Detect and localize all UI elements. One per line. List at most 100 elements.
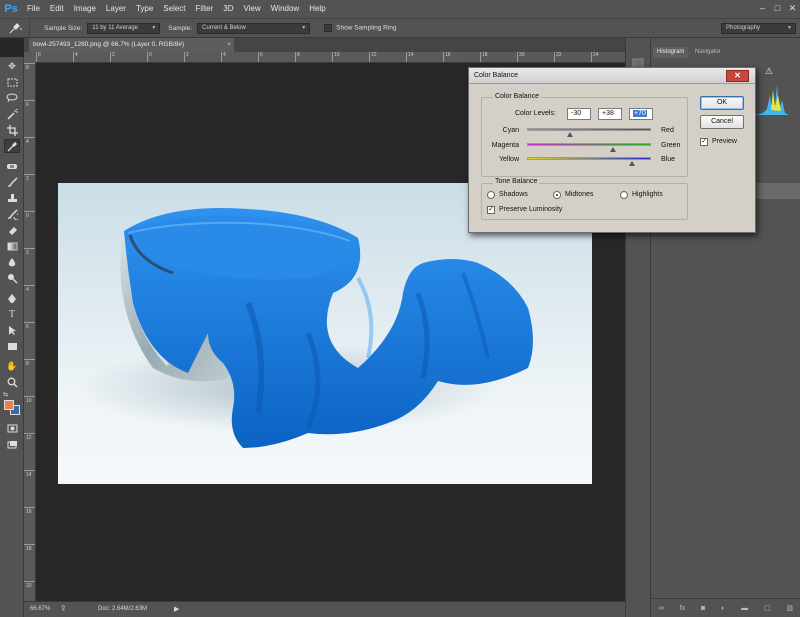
preview-checkbox[interactable]: ✓ (700, 138, 708, 146)
fx-icon[interactable]: fx (680, 605, 685, 612)
zoom-tool[interactable] (4, 375, 20, 389)
magenta-green-slider-handle[interactable] (609, 147, 616, 152)
link-icon[interactable]: ∞ (659, 605, 664, 612)
magenta-green-slider-track[interactable] (527, 143, 651, 146)
menu-3d[interactable]: 3D (218, 0, 238, 18)
color-level-cyan-red-input[interactable]: -30 (567, 108, 591, 120)
lasso-tool[interactable] (4, 91, 20, 105)
slider-left-label-cyan: Cyan (502, 127, 519, 134)
swap-colors-icon[interactable]: ⇆ (3, 391, 8, 398)
workspace-select[interactable]: Photography ▼ (721, 23, 796, 34)
history-brush-icon (7, 208, 18, 220)
quick-mask-button[interactable] (4, 421, 20, 435)
ruler-tick (24, 322, 35, 323)
menu-image[interactable]: Image (69, 0, 101, 18)
menu-view[interactable]: View (239, 0, 266, 18)
status-menu-arrow-icon[interactable]: ▶ (174, 605, 179, 613)
document-tab-bar: bowl-257493_1280.png @ 66.7% (Layer 0, R… (24, 38, 625, 52)
document-tab-title: bowl-257493_1280.png @ 66.7% (Layer 0, R… (33, 41, 185, 48)
menu-file[interactable]: File (22, 0, 45, 18)
cancel-button[interactable]: Cancel (700, 115, 744, 129)
zoom-level[interactable]: 66.67% (30, 606, 50, 612)
preserve-luminosity-checkbox[interactable]: ✓ (487, 206, 495, 214)
menu-type[interactable]: Type (131, 0, 158, 18)
menu-window[interactable]: Window (266, 0, 304, 18)
sample-size-select[interactable]: 11 by 11 Average ▼ (87, 22, 161, 34)
ruler-tick-label: 6 (38, 52, 41, 58)
hand-tool[interactable]: ✋ (4, 359, 20, 373)
menu-layer[interactable]: Layer (101, 0, 131, 18)
dialog-title[interactable]: Color Balance (469, 68, 755, 84)
ruler-tick-label: 4 (223, 52, 226, 58)
midtones-radio[interactable] (553, 191, 561, 199)
marquee-tool[interactable] (4, 75, 20, 89)
highlights-radio[interactable] (620, 191, 628, 199)
tab-histogram[interactable]: Histogram (653, 47, 689, 58)
chevron-down-icon: ▼ (151, 24, 157, 31)
dodge-tool[interactable] (4, 271, 20, 285)
color-levels-label: Color Levels: (515, 110, 556, 117)
yellow-blue-slider-track[interactable] (527, 157, 651, 160)
eraser-tool[interactable] (4, 223, 20, 237)
tab-navigator[interactable]: Navigator (691, 47, 725, 58)
shape-tool[interactable] (4, 339, 20, 353)
type-tool[interactable]: T (4, 307, 20, 321)
ruler-tick-label: 22 (556, 52, 562, 58)
menu-edit[interactable]: Edit (45, 0, 69, 18)
move-tool[interactable]: ✥ (4, 59, 20, 73)
ruler-tick (443, 52, 444, 62)
ruler-tick-label: 16 (26, 509, 32, 515)
menu-filter[interactable]: Filter (191, 0, 219, 18)
ruler-tick (24, 507, 35, 508)
menu-select[interactable]: Select (158, 0, 190, 18)
maximize-button[interactable]: □ (770, 0, 785, 18)
adjustment-icon[interactable]: ◐ (721, 605, 725, 612)
foreground-color-swatch[interactable] (4, 400, 14, 410)
pen-tool[interactable] (4, 291, 20, 305)
close-tab-icon[interactable]: × (227, 38, 231, 52)
new-layer-icon[interactable]: ▢ (764, 604, 771, 612)
crop-tool[interactable] (4, 123, 20, 137)
trash-icon[interactable]: ▥ (786, 604, 793, 612)
magic-wand-icon (7, 108, 18, 120)
brush-tool[interactable] (4, 175, 20, 189)
quick-selection-tool[interactable] (4, 107, 20, 121)
vertical-ruler[interactable]: 8 6 4 2 0 2 4 6 8 10 12 14 16 18 20 (24, 63, 36, 601)
yellow-blue-slider-handle[interactable] (629, 161, 636, 166)
folder-icon[interactable]: ▬ (741, 605, 748, 612)
color-level-yellow-blue-input[interactable]: +70 (629, 108, 653, 120)
ruler-tick (73, 52, 74, 62)
shadows-radio[interactable] (487, 191, 495, 199)
close-window-button[interactable]: ✕ (785, 0, 800, 18)
clone-stamp-tool[interactable] (4, 191, 20, 205)
gradient-tool[interactable] (4, 239, 20, 253)
ruler-tick (24, 581, 35, 582)
show-sampling-ring-toggle[interactable]: Show Sampling Ring (324, 24, 397, 32)
screen-mode-button[interactable] (4, 437, 20, 451)
warning-icon[interactable]: ⚠ (765, 66, 773, 77)
cyan-red-slider-track[interactable] (527, 128, 651, 131)
dialog-close-button[interactable]: ✕ (726, 70, 749, 82)
document-tab[interactable]: bowl-257493_1280.png @ 66.7% (Layer 0, R… (29, 38, 234, 52)
sample-select[interactable]: Current & Below ▼ (197, 22, 311, 34)
minimize-button[interactable]: – (755, 0, 770, 18)
ruler-tick (24, 359, 35, 360)
path-selection-tool[interactable] (4, 323, 20, 337)
ruler-origin[interactable] (24, 52, 36, 63)
horizontal-ruler[interactable]: 6 4 2 0 2 4 6 8 10 12 14 16 18 20 22 24 (36, 52, 625, 63)
ruler-tick-label: 2 (112, 52, 115, 58)
ok-button[interactable]: OK (700, 96, 744, 110)
blur-tool[interactable] (4, 255, 20, 269)
tool-preset-picker[interactable] (0, 19, 30, 37)
ruler-tick (554, 52, 555, 62)
eyedropper-tool[interactable] (4, 139, 20, 153)
gradient-icon (7, 242, 17, 250)
color-level-magenta-green-input[interactable]: +38 (598, 108, 622, 120)
mask-icon[interactable]: ◙ (701, 605, 705, 612)
lasso-icon (6, 93, 18, 103)
healing-brush-tool[interactable] (4, 159, 20, 173)
share-icon[interactable]: ⇪ (60, 604, 67, 613)
menu-help[interactable]: Help (304, 0, 330, 18)
history-brush-tool[interactable] (4, 207, 20, 221)
cyan-red-slider-handle[interactable] (567, 132, 574, 137)
